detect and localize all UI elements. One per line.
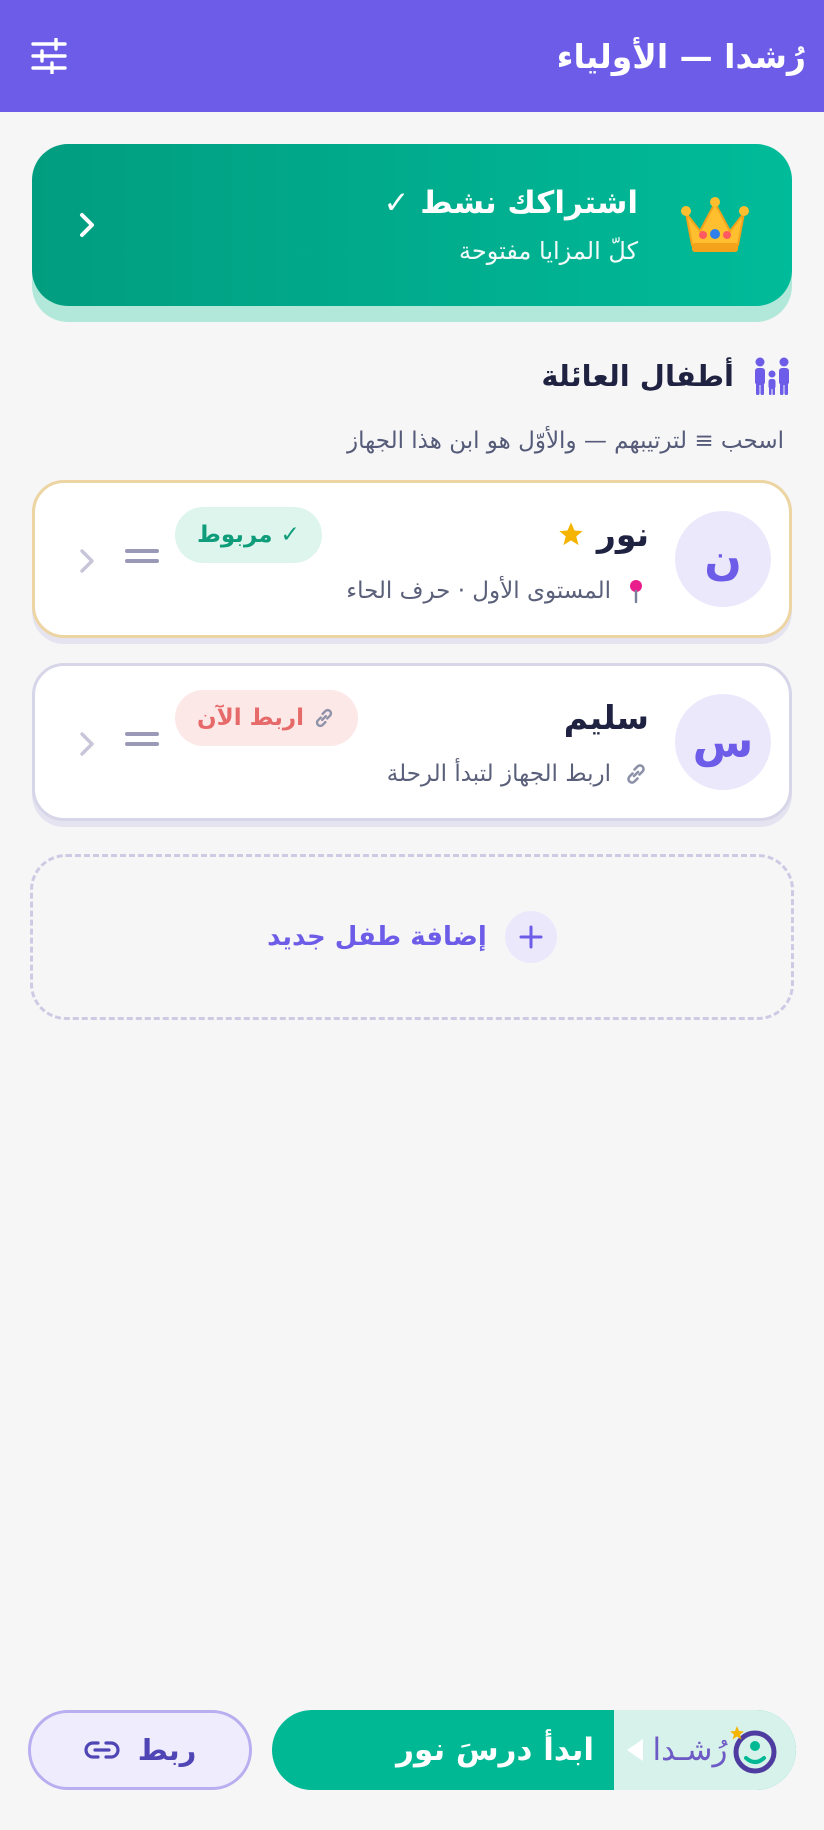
avatar: ن [675, 511, 771, 607]
family-title: أطفال العائلة [541, 359, 734, 393]
status-badge: ✓ مربوط [175, 507, 322, 563]
app-header: رُشدا — الأولياء [0, 0, 824, 112]
child-row[interactable]: ن نور المستوى الأول · حرف الحاء ✓ مربوط [32, 480, 792, 638]
family-icon [755, 357, 789, 395]
brand-name: رُشـدا [652, 1732, 728, 1768]
link-icon [84, 1741, 120, 1759]
avatar: س [675, 694, 771, 790]
child-row[interactable]: س سليم اربط الجهاز لتبدأ الرحلة اربط الآ… [32, 663, 792, 821]
child-detail: اربط الجهاز لتبدأ الرحلة [386, 760, 611, 787]
pin-icon [630, 579, 642, 603]
link-icon [627, 763, 645, 784]
star-icon [559, 522, 583, 546]
start-lesson-label: ابدأ درسَ نور [396, 1732, 594, 1768]
subscription-banner: اشتراكك نشط ✓ كلّ المزايا مفتوحة [32, 144, 792, 322]
subscription-title: اشتراكك نشط ✓ [383, 185, 638, 221]
link-now-badge[interactable]: اربط الآن [175, 690, 359, 746]
link-device-button[interactable]: ربط [28, 1710, 252, 1790]
add-child-button[interactable]: إضافة طفل جديد [30, 854, 794, 1020]
start-lesson-button[interactable]: رُشـدا ابدأ درسَ نور [272, 1710, 796, 1790]
brand-badge: رُشـدا [614, 1710, 796, 1790]
child-card-noor: ن نور المستوى الأول · حرف الحاء ✓ مربوط [32, 480, 792, 644]
drag-handle-icon[interactable] [125, 547, 159, 567]
app-title: رُشدا — الأولياء [556, 36, 806, 76]
drag-handle-icon[interactable] [125, 730, 159, 750]
subscription-subtitle: كلّ المزايا مفتوحة [459, 237, 638, 265]
plus-icon [504, 911, 557, 963]
brand-logo-icon [730, 1726, 777, 1774]
child-detail: المستوى الأول · حرف الحاء [346, 577, 611, 604]
filter-button[interactable] [28, 35, 70, 77]
sliders-icon [31, 38, 67, 74]
child-name: نور [596, 514, 649, 554]
link-icon [315, 708, 333, 728]
link-button-label: ربط [137, 1733, 197, 1767]
child-card-salim: س سليم اربط الجهاز لتبدأ الرحلة اربط الآ… [32, 663, 792, 827]
child-name: سليم [563, 697, 649, 737]
chevron-right-icon [80, 213, 94, 237]
add-child-label: إضافة طفل جديد [267, 922, 487, 952]
subscription-text: اشتراكك نشط ✓ كلّ المزايا مفتوحة [102, 185, 638, 265]
chevron-left-icon [80, 549, 94, 573]
subscription-card[interactable]: اشتراكك نشط ✓ كلّ المزايا مفتوحة [32, 144, 792, 306]
badge-label: اربط الآن [197, 705, 305, 731]
family-section-header: أطفال العائلة [541, 356, 792, 396]
crown-icon [681, 197, 749, 252]
chevron-left-icon [80, 732, 94, 756]
play-icon [626, 1739, 643, 1761]
reorder-hint: اسحب ≡ لترتيبهم — والأوّل هو ابن هذا الج… [347, 428, 784, 454]
